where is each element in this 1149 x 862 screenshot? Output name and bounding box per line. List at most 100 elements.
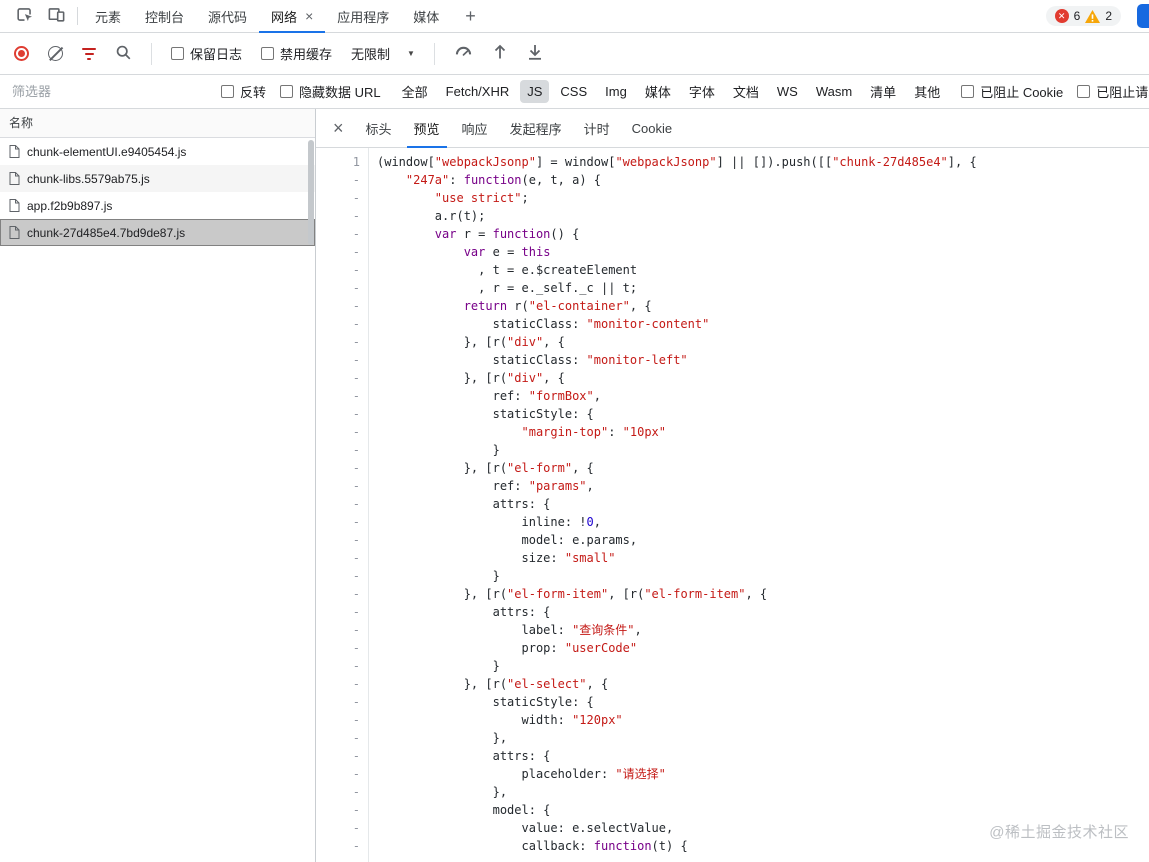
code-line: - size: "small": [316, 549, 1149, 567]
tab-media[interactable]: 媒体: [401, 0, 451, 32]
request-row[interactable]: chunk-elementUI.e9405454.js: [0, 138, 315, 165]
code-text: inline: !0,: [377, 515, 601, 529]
code-line: - }, [r("el-select", {: [316, 675, 1149, 693]
preview-code-area[interactable]: 1 (window["webpackJsonp"] = window["webpa…: [316, 148, 1149, 862]
code-text: (window["webpackJsonp"] = window["webpac…: [377, 155, 977, 169]
checkbox-icon[interactable]: [1077, 85, 1091, 98]
code-text: }, [r("el-form-item", [r("el-form-item",…: [377, 587, 768, 601]
close-tab-icon[interactable]: ×: [305, 9, 313, 23]
filter-type-Fetch/XHR[interactable]: Fetch/XHR: [439, 80, 517, 103]
filter-type-清单[interactable]: 清单: [863, 78, 903, 105]
checkbox-icon[interactable]: [280, 85, 294, 98]
arrow-up-icon: [492, 43, 508, 64]
code-text: attrs: {: [377, 497, 551, 511]
disable-cache-label: 禁用缓存: [280, 47, 333, 62]
line-number: -: [352, 785, 360, 799]
blocked-cookies-checkbox[interactable]: 已阻止 Cookie: [961, 82, 1063, 101]
tab-sources[interactable]: 源代码: [196, 0, 259, 32]
filter-type-文档[interactable]: 文档: [726, 78, 766, 105]
checkbox-icon[interactable]: [261, 47, 275, 60]
tab-label: 源代码: [208, 9, 248, 25]
code-line: - ref: "params",: [316, 477, 1149, 495]
tab-application[interactable]: 应用程序: [325, 0, 401, 32]
preserve-log-checkbox[interactable]: 保留日志: [171, 44, 242, 63]
code-text: staticStyle: {: [377, 407, 594, 421]
request-row[interactable]: chunk-libs.5579ab75.js: [0, 165, 315, 192]
code-text: size: "small": [377, 551, 616, 565]
line-number: -: [352, 443, 360, 457]
code-line: - "use strict";: [316, 189, 1149, 207]
preview-tab-标头[interactable]: 标头: [355, 109, 403, 147]
blocked-requests-checkbox[interactable]: 已阻止请求: [1077, 82, 1149, 101]
disable-cache-checkbox[interactable]: 禁用缓存: [261, 44, 332, 63]
import-har-button[interactable]: [527, 43, 543, 64]
arrow-down-icon: [527, 43, 543, 64]
filter-type-其他[interactable]: 其他: [907, 78, 947, 105]
code-line: - model: {: [316, 801, 1149, 819]
tab-label: 应用程序: [337, 9, 390, 25]
checkbox-icon[interactable]: [171, 47, 184, 60]
preview-tab-发起程序[interactable]: 发起程序: [499, 109, 573, 147]
line-number: -: [352, 407, 360, 421]
hide-data-urls-checkbox[interactable]: 隐藏数据 URL: [280, 82, 381, 101]
line-number: -: [352, 191, 360, 205]
checkbox-icon[interactable]: [961, 85, 975, 98]
more-tabs-button[interactable]: +: [451, 0, 490, 32]
export-har-button[interactable]: [492, 43, 508, 64]
detail-tabs-list: 标头 预览 响应 发起程序 计时 Cookie: [355, 109, 684, 148]
line-number: -: [352, 461, 360, 475]
search-button[interactable]: [115, 44, 132, 64]
tab-console[interactable]: 控制台: [133, 0, 196, 32]
code-text: , r = e._self._c || t;: [377, 281, 638, 295]
code-line: - ref: "formBox",: [316, 387, 1149, 405]
line-number: -: [352, 749, 360, 763]
filter-type-媒体[interactable]: 媒体: [638, 78, 678, 105]
scrollbar-thumb[interactable]: [308, 140, 314, 245]
error-count: 6: [1073, 9, 1081, 23]
name-column-header[interactable]: 名称: [0, 109, 315, 138]
line-number: -: [352, 479, 360, 493]
filter-input[interactable]: [12, 84, 207, 99]
filter-type-全部[interactable]: 全部: [395, 78, 435, 105]
clear-requests-button[interactable]: [48, 46, 63, 61]
line-number: -: [352, 497, 360, 511]
preview-tab-预览[interactable]: 预览: [403, 109, 451, 148]
request-row[interactable]: chunk-27d485e4.7bd9de87.js: [0, 219, 315, 246]
inspect-element-button[interactable]: [8, 0, 40, 32]
issues-badges[interactable]: ✕ 6 2: [1045, 6, 1121, 26]
device-toolbar-button[interactable]: [40, 0, 72, 32]
request-row[interactable]: app.f2b9b897.js: [0, 192, 315, 219]
invert-filter-checkbox[interactable]: 反转: [221, 82, 266, 101]
code-text: staticClass: "monitor-left": [377, 353, 688, 367]
line-number: -: [352, 641, 360, 655]
preview-tab-Cookie[interactable]: Cookie: [621, 109, 683, 147]
filter-type-CSS[interactable]: CSS: [553, 80, 594, 103]
preview-tab-计时[interactable]: 计时: [573, 109, 621, 147]
tab-network[interactable]: 网络 ×: [259, 0, 326, 33]
throttling-select[interactable]: 无限制 ▼: [351, 44, 415, 63]
checkbox-icon[interactable]: [221, 85, 234, 98]
filter-type-Wasm[interactable]: Wasm: [809, 80, 859, 103]
filter-type-JS[interactable]: JS: [520, 80, 550, 103]
network-filter-bar: 反转 隐藏数据 URL 全部Fetch/XHRJSCSSImg媒体字体文档WSW…: [0, 75, 1149, 109]
network-conditions-button[interactable]: [454, 43, 473, 65]
code-text: label: "查询条件",: [377, 623, 642, 637]
filter-type-字体[interactable]: 字体: [682, 78, 722, 105]
request-detail-panel: × 标头 预览 响应 发起程序 计时 Cookie 1 (window["webpackJs…: [316, 109, 1149, 862]
record-button[interactable]: [14, 46, 29, 61]
filter-toggle-button[interactable]: [82, 47, 96, 60]
line-number: -: [352, 317, 360, 331]
filter-type-WS[interactable]: WS: [770, 80, 805, 103]
browser-widget-icon[interactable]: [1137, 4, 1149, 28]
tab-elements[interactable]: 元素: [83, 0, 133, 32]
preview-tab-响应[interactable]: 响应: [451, 109, 499, 147]
close-detail-icon[interactable]: ×: [322, 119, 355, 137]
code-line: - }: [316, 441, 1149, 459]
filter-type-Img[interactable]: Img: [598, 80, 634, 103]
code-text: },: [377, 731, 508, 745]
devtools-tabbar: 元素 控制台 源代码 网络 × 应用程序 媒体 + ✕ 6 2: [0, 0, 1149, 33]
request-name: chunk-libs.5579ab75.js: [27, 171, 150, 186]
line-number: -: [352, 209, 360, 223]
code-lines: 1 (window["webpackJsonp"] = window["webpa…: [316, 153, 1149, 855]
code-line: - , r = e._self._c || t;: [316, 279, 1149, 297]
